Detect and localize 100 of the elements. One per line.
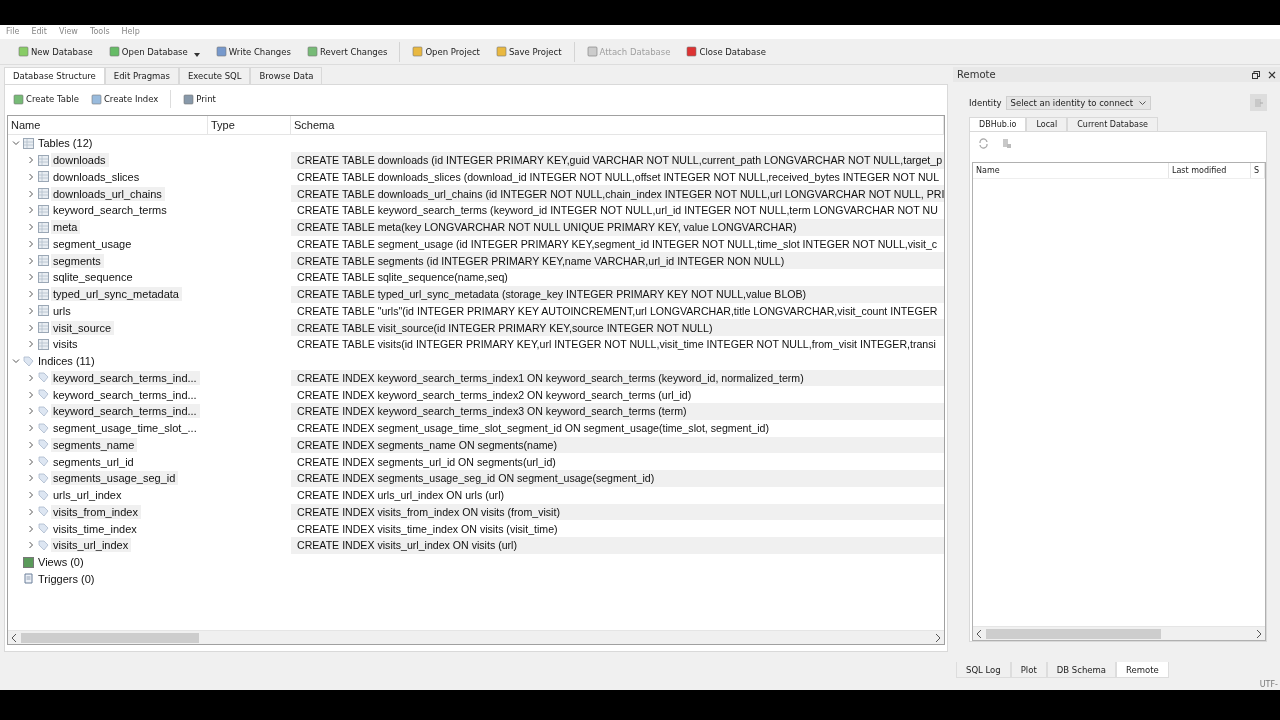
tab[interactable]: DB Schema xyxy=(1046,662,1116,678)
toolbar-button[interactable]: Save Project xyxy=(489,44,568,59)
tag-icon xyxy=(38,372,49,384)
refresh-icon[interactable] xyxy=(978,138,989,149)
menu-item[interactable]: Edit xyxy=(31,28,47,36)
tab[interactable]: Edit Pragmas xyxy=(104,67,179,84)
action-button[interactable]: Create Table xyxy=(9,91,83,107)
horizontal-scrollbar[interactable] xyxy=(973,626,1265,640)
tag-icon xyxy=(38,389,49,401)
column-header[interactable]: Type xyxy=(208,116,291,134)
tree-item[interactable]: meta xyxy=(51,220,81,235)
tree-item[interactable]: segment_usage_time_slot_... xyxy=(51,421,200,436)
toolbar-button[interactable]: Open Database xyxy=(102,44,206,59)
tab[interactable]: Local xyxy=(1026,117,1068,131)
schema-cell: CREATE TABLE "urls"(id INTEGER PRIMARY KEY AUTOINCREMENT,url LONGVARCHAR,title LONGVARCHAR,visit_count INTEGER xyxy=(297,304,938,317)
table-icon xyxy=(38,221,49,233)
toolbar-button[interactable]: Close Database xyxy=(680,44,772,59)
tab[interactable]: Browse Data xyxy=(250,67,323,84)
tag-icon xyxy=(38,439,49,451)
schema-cell: CREATE TABLE segments (id INTEGER PRIMARY KEY,name VARCHAR,url_id INTEGER NON NULL) xyxy=(297,254,785,267)
schema-cell: CREATE TABLE segment_usage (id INTEGER PRIMARY KEY,segment_id INTEGER NOT NULL,time_slot INTEGER NOT NULL,visit_c xyxy=(297,237,938,250)
column-header[interactable]: Name xyxy=(8,116,208,134)
tag-icon xyxy=(38,489,49,501)
tree-category[interactable]: Indices (11) xyxy=(36,354,98,369)
schema-cell: CREATE TABLE downloads_url_chains (id INTEGER NOT NULL,chain_index INTEGER NOT NULL,url LONGVARCHAR NOT NULL, PRI xyxy=(297,187,944,200)
identity-label: Identity xyxy=(969,97,1002,108)
tree-item[interactable]: segments_url_id xyxy=(51,454,137,469)
table-icon xyxy=(38,255,49,267)
toolbar-button[interactable]: Revert Changes xyxy=(300,44,394,59)
push-button[interactable] xyxy=(1250,94,1267,111)
menu-item[interactable]: Tools xyxy=(89,28,110,36)
schema-cell: CREATE TABLE meta(key LONGVARCHAR NOT NULL UNIQUE PRIMARY KEY, value LONGVARCHAR) xyxy=(297,221,797,234)
float-icon[interactable] xyxy=(1252,70,1260,79)
table-icon xyxy=(38,171,49,183)
tree-item[interactable]: downloads_url_chains xyxy=(51,186,165,201)
tree-category[interactable]: Triggers (0) xyxy=(36,571,98,586)
tab[interactable]: Execute SQL xyxy=(178,67,251,84)
tab[interactable]: Database Structure xyxy=(4,67,105,84)
tab[interactable]: DBHub.io xyxy=(969,117,1027,131)
tree-category[interactable]: Tables (12) xyxy=(36,136,96,151)
tab[interactable]: Current Database xyxy=(1067,117,1158,131)
tab[interactable]: Remote xyxy=(1116,662,1169,678)
database-icon xyxy=(1253,97,1264,108)
tree-item[interactable]: segments xyxy=(51,253,104,268)
menu-item[interactable]: View xyxy=(58,28,78,36)
clone-icon[interactable] xyxy=(1001,138,1012,149)
toolbar-button[interactable]: Write Changes xyxy=(209,44,297,59)
tree-item[interactable]: urls_url_index xyxy=(51,488,125,503)
close-icon[interactable] xyxy=(1268,70,1276,79)
menu-item[interactable]: File xyxy=(6,28,20,36)
tree-item[interactable]: downloads xyxy=(51,153,109,168)
action-button[interactable]: Create Index xyxy=(86,91,163,107)
tree-item[interactable]: downloads_slices xyxy=(51,169,143,184)
table-icon xyxy=(38,322,49,334)
tree-item[interactable]: visits_url_index xyxy=(51,538,132,553)
identity-dropdown[interactable]: Select an identity to connect xyxy=(1005,95,1152,110)
menu-item[interactable]: Help xyxy=(121,28,140,36)
tree-item[interactable]: visits xyxy=(51,337,81,352)
tree-item[interactable]: typed_url_sync_metadata xyxy=(51,287,182,302)
schema-cell: CREATE TABLE downloads_slices (download_id INTEGER NOT NULL,offset INTEGER NOT NULL,received_bytes INTEGER NOT NUL xyxy=(297,170,940,183)
chevron-down-icon[interactable] xyxy=(1139,100,1147,105)
caret-icon[interactable] xyxy=(193,53,200,57)
column-header[interactable]: Name xyxy=(973,163,1169,178)
table-icon xyxy=(38,338,49,350)
column-header[interactable]: S xyxy=(1251,163,1265,178)
toolbar-icon xyxy=(412,46,424,57)
tag-icon xyxy=(38,523,49,535)
schema-cell: CREATE INDEX keyword_search_terms_index1 ON keyword_search_terms (keyword_id, normalized_term) xyxy=(297,371,804,384)
tab[interactable]: Plot xyxy=(1010,662,1047,678)
toolbar-icon xyxy=(495,46,507,57)
action-button[interactable]: Print xyxy=(179,91,220,107)
toolbar-button[interactable]: Open Project xyxy=(406,44,486,59)
tree-item[interactable]: keyword_search_terms_ind... xyxy=(51,370,200,385)
action-icon xyxy=(13,93,24,105)
column-header[interactable]: Schema xyxy=(291,116,944,134)
tree-item[interactable]: visits_time_index xyxy=(51,521,140,536)
table-icon xyxy=(38,288,49,300)
schema-cell: CREATE INDEX segment_usage_time_slot_segment_id ON segment_usage(time_slot, segment_id) xyxy=(297,422,770,435)
schema-cell: CREATE INDEX segments_usage_seg_id ON segment_usage(segment_id) xyxy=(297,472,655,485)
tree-item[interactable]: segments_usage_seg_id xyxy=(51,471,179,486)
tree-item[interactable]: visit_source xyxy=(51,320,115,335)
tree-item[interactable]: keyword_search_terms_ind... xyxy=(51,404,200,419)
tree-item[interactable]: segments_name xyxy=(51,437,138,452)
toolbar-icon xyxy=(306,46,318,57)
tree-item[interactable]: segment_usage xyxy=(51,236,135,251)
tree-category[interactable]: Views (0) xyxy=(36,555,87,570)
tree-item[interactable]: urls xyxy=(51,303,74,318)
tree-item[interactable]: sqlite_sequence xyxy=(51,270,136,285)
tree-item[interactable]: keyword_search_terms_ind... xyxy=(51,387,200,402)
schema-cell: CREATE INDEX keyword_search_terms_index2 ON keyword_search_terms (url_id) xyxy=(297,388,692,401)
column-header[interactable]: Last modified xyxy=(1169,163,1251,178)
toolbar-button[interactable]: New Database xyxy=(12,44,99,59)
horizontal-scrollbar[interactable] xyxy=(8,630,944,644)
table-icon xyxy=(38,154,49,166)
table-icon xyxy=(38,305,49,317)
tree-item[interactable]: keyword_search_terms xyxy=(51,203,170,218)
action-icon xyxy=(183,93,195,105)
tab[interactable]: SQL Log xyxy=(956,662,1011,678)
view-icon xyxy=(23,556,34,568)
tree-item[interactable]: visits_from_index xyxy=(51,504,141,519)
